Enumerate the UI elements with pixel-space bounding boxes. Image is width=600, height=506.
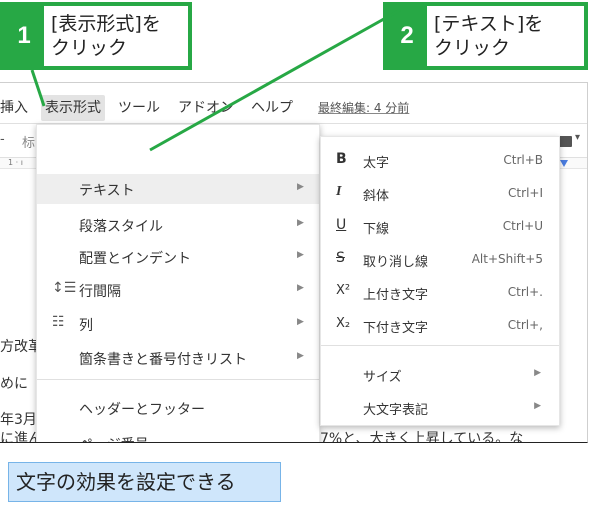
- format-menu-item-line-spacing[interactable]: ↕☰ 行間隔 ▶: [37, 275, 319, 305]
- last-edit-link[interactable]: 最終編集: 4 分前: [318, 95, 409, 121]
- format-menu-item-align-indent[interactable]: 配置とインデント ▶: [37, 242, 319, 272]
- columns-icon: ☷: [52, 314, 65, 330]
- menu-item-label: 配置とインデント: [79, 251, 191, 267]
- document-text: 年3月: [0, 412, 37, 428]
- line-spacing-icon: ↕☰: [52, 280, 77, 296]
- shortcut-label: Ctrl+B: [503, 153, 543, 167]
- italic-icon: I: [336, 184, 342, 199]
- format-menu-item-paragraph-style[interactable]: 段落スタイル ▶: [37, 210, 319, 240]
- format-menu-item-text[interactable]: テキスト ▶: [37, 174, 319, 204]
- submenu-item-label: 下線: [363, 222, 390, 237]
- bold-icon: B: [336, 151, 347, 167]
- chevron-down-icon[interactable]: ▾: [575, 132, 580, 143]
- menu-item-label: 列: [79, 318, 93, 334]
- toolbar-fragment-2: 标: [22, 136, 36, 151]
- toolbar-fragment: -: [0, 132, 5, 147]
- submenu-arrow-icon: ▶: [297, 317, 304, 327]
- submenu-arrow-icon: ▶: [297, 283, 304, 293]
- subscript-icon: X₂: [336, 316, 351, 331]
- menu-item-label: ページ番号: [79, 434, 149, 442]
- shortcut-label: Ctrl+U: [502, 219, 543, 233]
- menu-bar: 挿入 表示形式 ツール アドオン ヘルプ 最終編集: 4 分前: [0, 95, 587, 121]
- submenu-item-italic[interactable]: I 斜体 Ctrl+I: [321, 178, 559, 208]
- superscript-icon: X²: [336, 283, 351, 298]
- menu-addons[interactable]: アドオン: [178, 95, 234, 121]
- submenu-arrow-icon: ▶: [297, 351, 304, 361]
- menu-insert[interactable]: 挿入: [0, 95, 28, 121]
- submenu-arrow-icon: ▶: [297, 250, 304, 260]
- callout-step-2: 2 [テキスト]を クリック: [383, 2, 588, 70]
- menu-item-label: ヘッダーとフッター: [79, 402, 205, 418]
- menu-item-label: 行間隔: [79, 284, 121, 300]
- submenu-item-superscript[interactable]: X² 上付き文字 Ctrl+.: [321, 277, 559, 307]
- underline-icon: U: [336, 217, 347, 233]
- format-menu-item-lists[interactable]: 箇条書きと番号付きリスト ▶: [37, 343, 319, 373]
- menu-item-label: 段落スタイル: [79, 219, 163, 235]
- submenu-item-label: 大文字表記: [363, 403, 429, 418]
- shortcut-label: Alt+Shift+5: [471, 252, 543, 266]
- menu-help[interactable]: ヘルプ: [251, 95, 293, 121]
- docs-screenshot: 挿入 表示形式 ツール アドオン ヘルプ 最終編集: 4 分前 - 标 ▾ 1 …: [0, 82, 588, 443]
- submenu-item-underline[interactable]: U 下線 Ctrl+U: [321, 211, 559, 241]
- callout-number-2: 2: [387, 6, 427, 66]
- submenu-item-label: 斜体: [363, 189, 390, 204]
- text-submenu: B 太字 Ctrl+B I 斜体 Ctrl+I U 下線 Ctrl+U S 取り…: [320, 136, 560, 426]
- submenu-arrow-icon: ▶: [297, 218, 304, 228]
- menu-format[interactable]: 表示形式: [41, 95, 105, 121]
- menu-divider: [321, 345, 559, 346]
- shortcut-label: Ctrl+I: [508, 186, 543, 200]
- submenu-item-size[interactable]: サイズ ▶: [321, 359, 559, 389]
- document-text: 7%と、大きく上昇している。な: [320, 431, 524, 443]
- submenu-arrow-icon: ▶: [297, 182, 304, 192]
- submenu-item-label: 上付き文字: [363, 288, 429, 303]
- submenu-item-capitalization[interactable]: 大文字表記 ▶: [321, 392, 559, 422]
- ruler-mark: 1 · ı: [8, 158, 23, 167]
- submenu-item-subscript[interactable]: X₂ 下付き文字 Ctrl+,: [321, 310, 559, 340]
- caption: 文字の効果を設定できる: [8, 462, 281, 502]
- shortcut-label: Ctrl+,: [507, 318, 543, 332]
- ruler-indent-marker-icon[interactable]: [560, 160, 568, 167]
- format-menu-item-page-numbers[interactable]: ページ番号: [37, 428, 319, 442]
- submenu-arrow-icon: ▶: [534, 401, 541, 411]
- submenu-item-label: 下付き文字: [363, 321, 429, 336]
- submenu-item-bold[interactable]: B 太字 Ctrl+B: [321, 145, 559, 175]
- format-menu: テキスト ▶ 段落スタイル ▶ 配置とインデント ▶ ↕☰ 行間隔 ▶ ☷ 列 …: [36, 124, 320, 442]
- submenu-item-strikethrough[interactable]: S 取り消し線 Alt+Shift+5: [321, 244, 559, 274]
- submenu-item-label: サイズ: [363, 370, 402, 385]
- document-text: めに: [0, 376, 28, 392]
- callout-text-2: [テキスト]を クリック: [434, 13, 544, 59]
- format-menu-item-header-footer[interactable]: ヘッダーとフッター: [37, 393, 319, 423]
- callout-text-1: [表示形式]を クリック: [51, 13, 161, 59]
- submenu-item-label: 太字: [363, 156, 390, 171]
- menu-tools[interactable]: ツール: [118, 95, 160, 121]
- submenu-arrow-icon: ▶: [534, 368, 541, 378]
- menu-divider: [37, 379, 319, 380]
- strikethrough-icon: S: [336, 250, 345, 266]
- callout-step-1: 1 [表示形式]を クリック: [0, 2, 192, 70]
- shortcut-label: Ctrl+.: [507, 285, 543, 299]
- insert-image-icon[interactable]: [558, 136, 572, 147]
- format-menu-item-columns[interactable]: ☷ 列 ▶: [37, 309, 319, 339]
- menu-item-label: テキスト: [79, 183, 135, 199]
- menu-item-label: 箇条書きと番号付きリスト: [79, 352, 247, 368]
- callout-number-1: 1: [4, 6, 44, 66]
- submenu-item-label: 取り消し線: [363, 255, 429, 270]
